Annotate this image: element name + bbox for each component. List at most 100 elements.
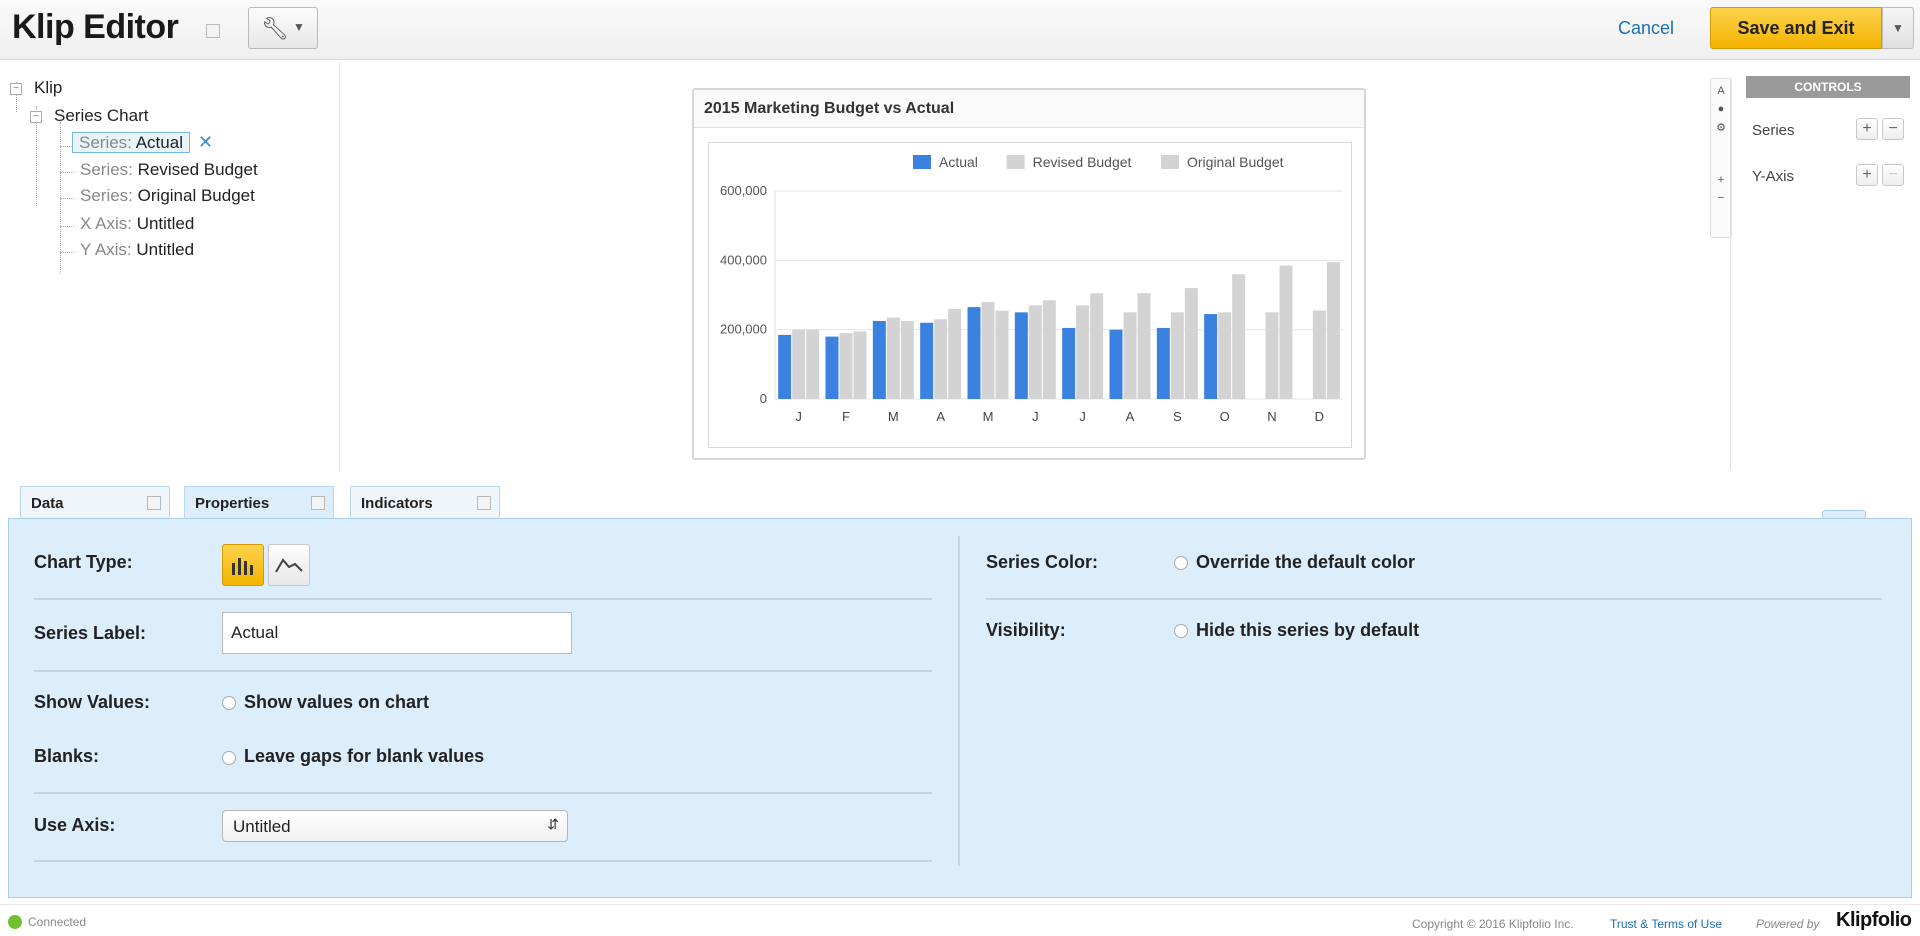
layout-toolbar[interactable]: A ● ⚙ + − bbox=[1710, 78, 1732, 238]
tree-node-label: Actual bbox=[135, 133, 183, 152]
bar-actual bbox=[1062, 327, 1076, 399]
series-label-input[interactable] bbox=[222, 612, 572, 654]
series-label-label: Series Label: bbox=[34, 623, 147, 643]
bar-revised-budget bbox=[1218, 312, 1232, 399]
tab-help-icon[interactable] bbox=[477, 496, 491, 510]
use-axis-selected-value: Untitled bbox=[233, 817, 291, 836]
x-tick-label: F bbox=[842, 409, 850, 424]
tab-data[interactable]: Data bbox=[20, 486, 170, 518]
tab-label: Properties bbox=[195, 495, 270, 512]
legend-label: Original Budget bbox=[1187, 154, 1284, 170]
collapse-icon[interactable]: − bbox=[10, 82, 22, 95]
cancel-link[interactable]: Cancel bbox=[1618, 18, 1674, 39]
bar-actual bbox=[920, 322, 934, 399]
tree-node-label: Revised Budget bbox=[137, 160, 258, 179]
palette-icon[interactable]: ● bbox=[1711, 103, 1731, 115]
tab-help-icon[interactable] bbox=[147, 496, 161, 510]
visibility-label: Visibility: bbox=[986, 620, 1066, 640]
show-values-checkbox[interactable] bbox=[222, 696, 236, 710]
column-divider bbox=[958, 536, 960, 866]
tree-node-series-actual[interactable]: Series: Actual ✕ bbox=[72, 132, 213, 153]
wrench-icon: 🔧︎ bbox=[261, 16, 289, 41]
bar-revised-budget bbox=[934, 319, 948, 399]
terms-link[interactable]: Trust & Terms of Use bbox=[1610, 917, 1722, 931]
bar-chart-type-button[interactable] bbox=[222, 544, 264, 586]
x-tick-label: A bbox=[936, 409, 945, 424]
zoom-out-icon[interactable]: − bbox=[1711, 192, 1731, 204]
zoom-in-icon[interactable]: + bbox=[1711, 174, 1731, 186]
leave-gaps-option-label: Leave gaps for blank values bbox=[244, 746, 485, 766]
tab-indicators[interactable]: Indicators bbox=[350, 486, 500, 518]
remove-icon[interactable]: ✕ bbox=[198, 132, 213, 152]
remove-series-button[interactable]: − bbox=[1882, 118, 1904, 140]
add-series-button[interactable]: + bbox=[1856, 118, 1878, 140]
editor-header: Klip Editor 🔧︎ ▼ Cancel Save and Exit ▼ bbox=[0, 0, 1920, 60]
tree-node-series-original-budget[interactable]: Series: Original Budget bbox=[80, 186, 255, 206]
use-axis-select[interactable]: Untitled ⇵ bbox=[222, 810, 568, 842]
legend-swatch bbox=[1161, 155, 1179, 169]
bar-revised-budget bbox=[886, 317, 900, 399]
tools-menu-button[interactable]: 🔧︎ ▼ bbox=[248, 7, 318, 49]
tree-connector bbox=[60, 226, 74, 227]
line-chart-type-button[interactable] bbox=[268, 544, 310, 586]
powered-by: Powered by bbox=[1756, 917, 1820, 931]
bar-revised-budget bbox=[981, 301, 995, 399]
legend-swatch bbox=[913, 155, 931, 169]
bar-original-budget bbox=[1090, 293, 1104, 399]
bar-original-budget bbox=[1184, 288, 1198, 399]
override-color-option-label: Override the default color bbox=[1196, 552, 1416, 572]
bar-revised-budget bbox=[1312, 310, 1326, 399]
tree-node-series-revised-budget[interactable]: Series: Revised Budget bbox=[80, 160, 258, 180]
tab-label: Indicators bbox=[361, 495, 433, 512]
save-options-dropdown[interactable]: ▼ bbox=[1882, 7, 1914, 49]
collapse-icon[interactable]: − bbox=[30, 110, 42, 123]
x-tick-label: M bbox=[888, 409, 899, 424]
x-tick-label: J bbox=[795, 409, 802, 424]
y-tick-label: 200,000 bbox=[720, 322, 767, 337]
save-and-exit-button[interactable]: Save and Exit bbox=[1710, 7, 1882, 49]
y-tick-label: 600,000 bbox=[720, 183, 767, 198]
bar-original-budget bbox=[853, 331, 867, 399]
show-values-label: Show Values: bbox=[34, 692, 151, 712]
divider bbox=[34, 860, 932, 862]
add-y-axis-button[interactable]: + bbox=[1856, 164, 1878, 186]
tree-connector bbox=[60, 198, 74, 199]
series-chart[interactable]: 0 200,000 400,000 600,000 J F M A M J J A S O N D Actual… bbox=[708, 142, 1352, 448]
tab-properties[interactable]: Properties bbox=[184, 486, 334, 520]
tree-node-series-chart[interactable]: − Series Chart bbox=[30, 106, 148, 126]
control-label: Series bbox=[1752, 122, 1795, 139]
tree-selected-node[interactable]: Series: Actual bbox=[72, 132, 190, 153]
tree-node-y-axis[interactable]: Y Axis: Untitled bbox=[80, 240, 194, 260]
component-tree: − Klip − Series Chart Series: Actual ✕ Seri… bbox=[0, 62, 340, 472]
bar-revised-budget bbox=[1076, 305, 1090, 399]
klipfolio-logo[interactable]: Klipfolio bbox=[1836, 909, 1912, 932]
control-label: Y-Axis bbox=[1752, 168, 1794, 185]
tab-help-icon[interactable] bbox=[311, 496, 325, 510]
x-tick-label: J bbox=[1079, 409, 1086, 424]
bar-revised-budget bbox=[1123, 312, 1137, 399]
bar-original-budget bbox=[900, 321, 914, 399]
series-color-label: Series Color: bbox=[986, 552, 1099, 572]
hide-series-checkbox[interactable] bbox=[1174, 624, 1188, 638]
bar-original-budget bbox=[1232, 274, 1246, 399]
legend-swatch bbox=[1006, 155, 1025, 169]
text-size-icon[interactable]: A bbox=[1711, 85, 1731, 97]
tree-node-type: X Axis: bbox=[80, 214, 132, 233]
tree-node-x-axis[interactable]: X Axis: Untitled bbox=[80, 214, 194, 234]
chart-type-label: Chart Type: bbox=[34, 552, 133, 572]
klip-preview[interactable]: 2015 Marketing Budget vs Actual 0 200,000… bbox=[692, 88, 1366, 460]
show-values-option-label: Show values on chart bbox=[244, 692, 430, 712]
help-icon[interactable] bbox=[206, 24, 220, 38]
leave-gaps-checkbox[interactable] bbox=[222, 751, 236, 765]
x-tick-label: O bbox=[1220, 409, 1230, 424]
tree-node-type: Series: bbox=[80, 160, 133, 179]
tree-node-label: Klip bbox=[34, 78, 63, 97]
override-color-checkbox[interactable] bbox=[1174, 556, 1188, 570]
bar-revised-budget bbox=[1170, 312, 1184, 399]
bar-actual bbox=[1014, 312, 1028, 399]
bar-original-budget bbox=[1042, 300, 1056, 399]
tree-node-klip[interactable]: − Klip bbox=[10, 78, 62, 98]
settings-icon[interactable]: ⚙ bbox=[1711, 121, 1731, 134]
bar-original-budget bbox=[948, 308, 962, 399]
blanks-label: Blanks: bbox=[34, 746, 100, 766]
